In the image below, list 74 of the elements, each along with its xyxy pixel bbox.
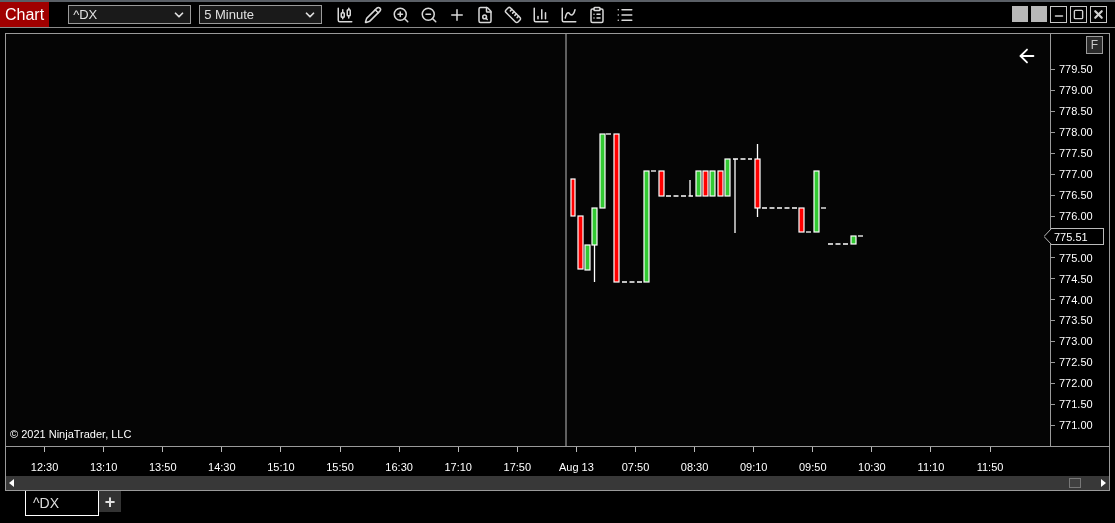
close-icon	[1092, 8, 1105, 21]
interval-dropdown[interactable]: 5 Minute	[199, 5, 323, 24]
document-search-icon[interactable]	[476, 5, 495, 24]
wick-line	[689, 179, 691, 197]
price-label: 774.00	[1059, 292, 1093, 308]
price-label: 777.00	[1059, 166, 1093, 182]
maximize-button[interactable]	[1070, 6, 1087, 23]
scroll-right-icon[interactable]	[1101, 479, 1106, 487]
line-chart-icon[interactable]	[560, 5, 579, 24]
zoom-in-icon[interactable]	[392, 5, 411, 24]
time-label: 08:30	[680, 460, 709, 475]
price-label: 774.50	[1059, 271, 1093, 287]
time-label: 16:30	[385, 460, 413, 475]
price-label: 779.50	[1059, 62, 1093, 78]
time-label: 14:30	[208, 460, 236, 475]
time-label: 10:30	[858, 460, 886, 475]
pencil-icon[interactable]	[364, 5, 383, 24]
zoom-out-icon[interactable]	[420, 5, 439, 24]
horizontal-scrollbar[interactable]	[6, 476, 1109, 490]
price-label: 773.50	[1059, 313, 1093, 329]
dashed-price-line	[820, 207, 827, 209]
dashed-price-line	[665, 195, 694, 197]
time-label: 15:50	[326, 460, 354, 475]
close-button[interactable]	[1090, 6, 1107, 23]
time-label: 13:10	[89, 460, 118, 475]
bar-chart-icon[interactable]	[532, 5, 551, 24]
time-label: 15:10	[267, 460, 295, 475]
dashed-price-line	[805, 231, 812, 233]
instrument-dropdown[interactable]: ^DX	[68, 5, 192, 24]
scroll-left-icon[interactable]	[9, 479, 14, 487]
current-price-tag: 775.51	[1052, 228, 1104, 246]
minimize-button[interactable]	[1050, 6, 1067, 23]
time-label: 11:50	[976, 460, 1004, 475]
time-label: 17:50	[503, 460, 532, 475]
dashed-price-line	[732, 158, 753, 160]
price-label: 773.00	[1059, 334, 1093, 350]
copyright-text: © 2021 NinjaTrader, LLC	[10, 426, 132, 442]
dashed-price-line	[857, 235, 864, 237]
time-label: 11:10	[917, 460, 945, 475]
time-label: 12:30	[30, 460, 59, 475]
time-label: 17:10	[444, 460, 472, 475]
price-label: 778.50	[1059, 104, 1093, 120]
time-label: 09:50	[799, 460, 827, 475]
price-label: 772.00	[1059, 376, 1093, 392]
dashed-price-line	[650, 170, 658, 172]
ruler-icon[interactable]	[504, 5, 523, 24]
candle	[658, 170, 665, 197]
dashed-price-line	[761, 207, 798, 209]
price-label: 771.50	[1059, 397, 1093, 413]
price-label: 777.50	[1059, 145, 1093, 161]
time-label: Aug 13	[558, 460, 594, 475]
dashed-price-line	[621, 281, 643, 283]
time-label: 09:10	[739, 460, 768, 475]
time-label: 07:50	[621, 460, 650, 475]
candle	[850, 235, 857, 245]
price-label: 776.50	[1059, 187, 1093, 203]
price-label: 776.00	[1059, 208, 1093, 224]
dashed-price-line	[605, 133, 613, 135]
f-button[interactable]: F	[1086, 36, 1103, 54]
candle	[813, 170, 820, 233]
price-label: 775.00	[1059, 250, 1093, 266]
scroll-thumb[interactable]	[1069, 478, 1081, 488]
dashed-price-line	[827, 243, 849, 245]
maximize-icon	[1073, 9, 1084, 20]
price-label: 771.00	[1059, 418, 1093, 434]
price-label: 772.50	[1059, 355, 1093, 371]
candle	[798, 207, 805, 233]
add-tab-button[interactable]: +	[99, 491, 121, 512]
price-label: 778.00	[1059, 125, 1093, 141]
window-title: Chart	[0, 2, 50, 27]
candlestick-icon[interactable]	[336, 5, 355, 24]
time-label: 13:50	[148, 460, 177, 475]
clipboard-icon[interactable]	[588, 5, 607, 24]
price-label: 779.00	[1059, 83, 1093, 99]
